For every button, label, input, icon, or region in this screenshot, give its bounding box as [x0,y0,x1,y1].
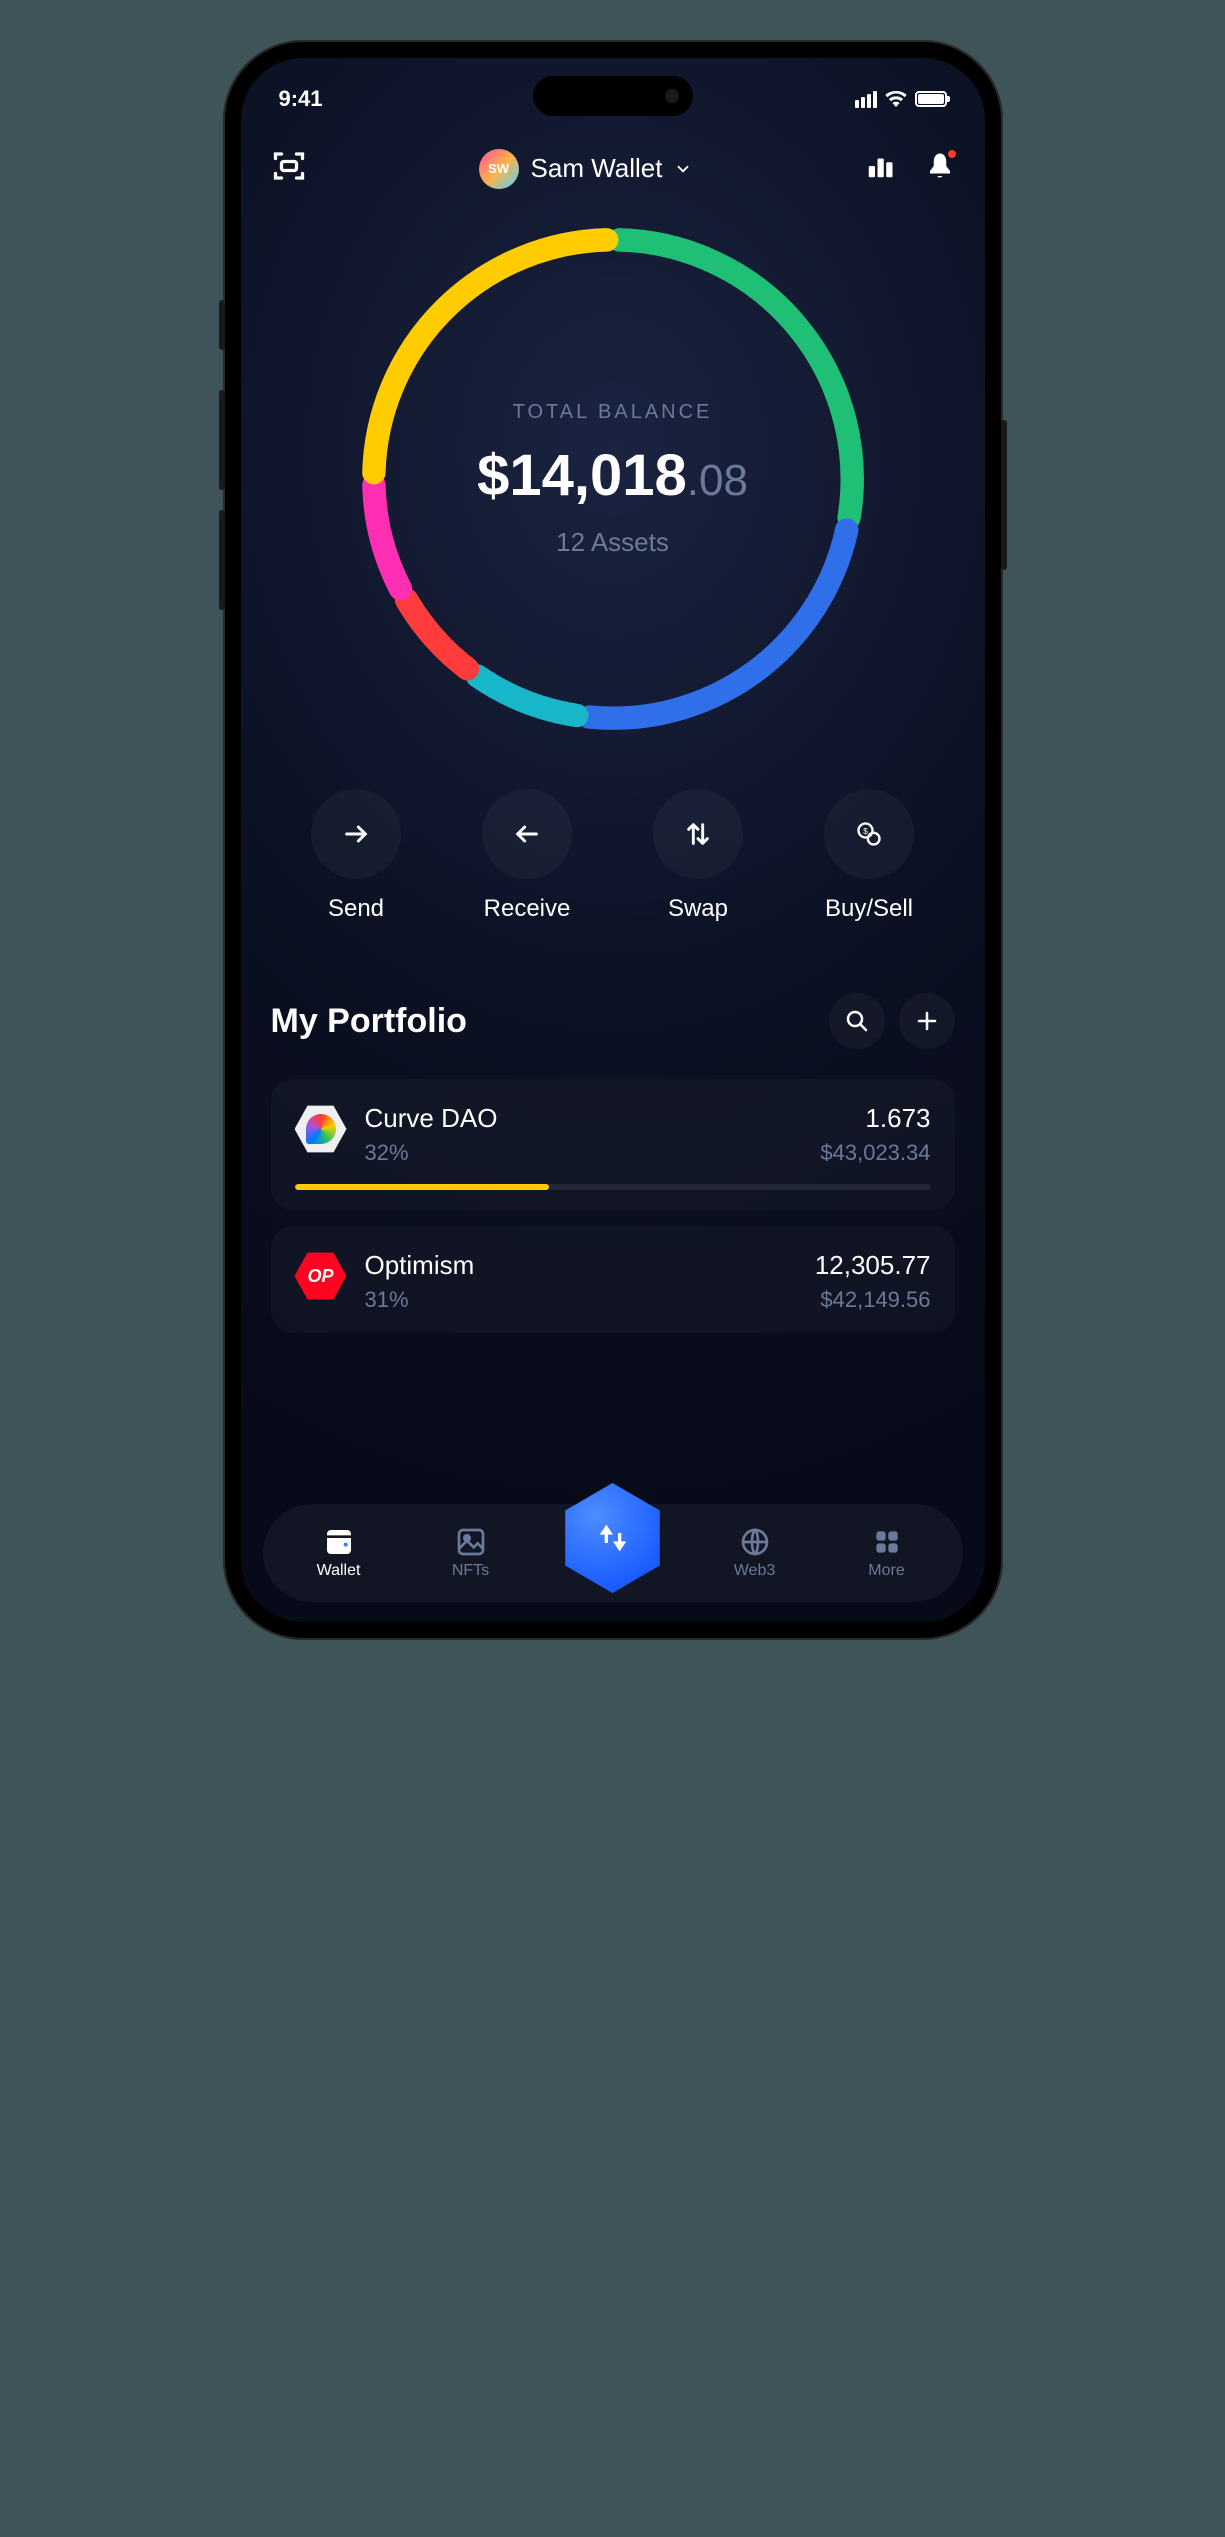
notifications-button[interactable] [925,151,955,186]
asset-card[interactable]: OP Optimism 31% 12,305.77 $42,149.56 [271,1226,955,1333]
wallet-avatar: SW [479,149,519,189]
send-icon [311,789,401,879]
stats-button[interactable] [865,151,895,186]
phone-frame: 9:41 SW [223,40,1003,1640]
dynamic-island [533,76,693,116]
asset-quantity: 1.673 [820,1103,930,1134]
receive-icon [482,789,572,879]
balance-minor: .08 [687,456,748,506]
asset-value-usd: $42,149.56 [815,1287,931,1313]
optimism-icon: OP [295,1250,347,1302]
status-indicators [855,91,947,108]
send-label: Send [328,895,384,923]
wallet-actions: Send Receive Swap $ Buy/Sell [241,739,985,923]
buysell-icon: $ [824,789,914,879]
swap-arrows-icon [593,1518,633,1558]
add-asset-button[interactable] [899,993,955,1049]
buysell-button[interactable]: $ Buy/Sell [824,789,914,923]
buysell-label: Buy/Sell [825,895,913,923]
balance-label: TOTAL BALANCE [513,401,713,424]
nav-wallet[interactable]: Wallet [294,1526,384,1580]
nav-nfts[interactable]: NFTs [426,1526,516,1580]
send-button[interactable]: Send [311,789,401,923]
avatar-initials: SW [488,161,509,176]
bottom-nav: Wallet NFTs Web3 More [263,1504,963,1602]
app-header: SW Sam Wallet [241,118,985,199]
phone-power-button [1001,420,1007,570]
wifi-icon [885,91,907,107]
phone-volume-up [219,390,225,490]
grid-icon [871,1526,903,1558]
phone-side-button [219,300,225,350]
balance-major: 14,018 [509,442,686,509]
hexagon-button [558,1483,668,1593]
app-screen: 9:41 SW [241,58,985,1622]
asset-progress [295,1184,931,1190]
nav-web3[interactable]: Web3 [710,1526,800,1580]
balance-donut-chart: TOTAL BALANCE $14,018.08 12 Assets [241,219,985,739]
globe-icon [739,1526,771,1558]
search-icon [845,1009,869,1033]
asset-percentage: 32% [365,1140,803,1166]
asset-percentage: 31% [365,1287,797,1313]
balance-amount: $14,018.08 [477,442,748,509]
asset-list: Curve DAO 32% 1.673 $43,023.34 OP Optimism 31%… [271,1079,955,1333]
nav-nfts-label: NFTs [452,1562,489,1580]
nav-web3-label: Web3 [734,1562,776,1580]
asset-name: Curve DAO [365,1103,803,1134]
plus-icon [915,1009,939,1033]
asset-card[interactable]: Curve DAO 32% 1.673 $43,023.34 [271,1079,955,1210]
portfolio-title: My Portfolio [271,1002,467,1041]
receive-label: Receive [484,895,571,923]
swap-icon [653,789,743,879]
image-icon [455,1526,487,1558]
asset-quantity: 12,305.77 [815,1250,931,1281]
portfolio-section: My Portfolio Curve DAO 32% 1.673 $43,023.34… [241,923,985,1333]
curve-dao-icon [295,1103,347,1155]
scan-qr-button[interactable] [271,148,307,189]
wallet-name: Sam Wallet [531,153,663,184]
asset-count: 12 Assets [556,527,669,558]
nav-more[interactable]: More [842,1526,932,1580]
svg-text:$: $ [863,827,868,836]
receive-button[interactable]: Receive [482,789,572,923]
asset-value-usd: $43,023.34 [820,1140,930,1166]
chevron-down-icon [674,160,692,178]
battery-icon [915,91,947,107]
search-button[interactable] [829,993,885,1049]
wallet-icon [323,1526,355,1558]
asset-name: Optimism [365,1250,797,1281]
swap-button[interactable]: Swap [653,789,743,923]
status-time: 9:41 [279,86,323,112]
balance-currency: $ [477,442,509,509]
wallet-selector[interactable]: SW Sam Wallet [479,149,693,189]
nav-more-label: More [868,1562,904,1580]
phone-volume-down [219,510,225,610]
balance-summary: TOTAL BALANCE $14,018.08 12 Assets [353,219,873,739]
nav-center-action[interactable] [558,1483,668,1593]
notification-badge [946,148,958,160]
nav-wallet-label: Wallet [317,1562,361,1580]
swap-label: Swap [668,895,728,923]
cellular-signal-icon [855,91,877,108]
